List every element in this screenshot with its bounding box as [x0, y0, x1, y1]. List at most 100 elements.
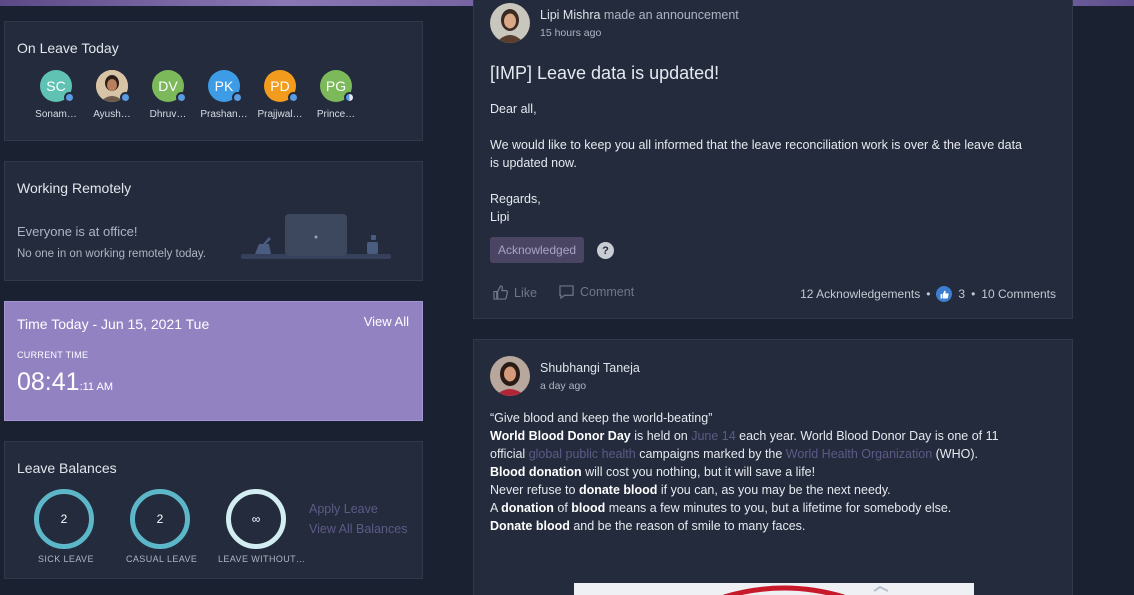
body-text: Never refuse to — [490, 483, 579, 497]
bold-text: Donate blood — [490, 519, 570, 533]
casual-leave-label: CASUAL LEAVE — [126, 554, 198, 564]
thumbs-up-icon — [493, 285, 508, 300]
bold-text: donation — [501, 501, 554, 515]
post-line-6: A donation of blood means a few minutes … — [490, 499, 1060, 517]
body-text: if you can, as you may be the next needy… — [657, 483, 891, 497]
acknowledgements-count[interactable]: 12 Acknowledgements — [800, 287, 920, 301]
apply-leave-link[interactable]: Apply Leave — [309, 502, 378, 516]
status-dot — [288, 92, 299, 103]
comment-label: Comment — [580, 285, 635, 299]
global-public-health-link[interactable]: global public health — [529, 447, 636, 461]
casual-leave-ring[interactable]: 2 — [130, 489, 190, 549]
post-regards: Regards, — [490, 192, 541, 206]
sick-leave-ring[interactable]: 2 — [34, 489, 94, 549]
post-author-line: Lipi Mishra made an announcement — [540, 8, 739, 22]
body-text: each year. World Blood Donor Day is one … — [735, 429, 999, 443]
avatar-name: Prince… — [316, 109, 356, 120]
leave-without-pay-label: LEAVE WITHOUT… — [218, 554, 306, 564]
working-remotely-status: Everyone is at office! — [17, 224, 138, 239]
working-remotely-card: Working Remotely Everyone is at office! … — [4, 161, 423, 281]
post-signoff: Lipi — [490, 210, 510, 224]
avatar[interactable]: SC — [40, 70, 75, 103]
body-text: is held on — [630, 429, 692, 443]
comment-button[interactable]: Comment — [559, 285, 634, 299]
announcement-title: [IMP] Leave data is updated! — [490, 63, 720, 83]
post-image[interactable] — [574, 583, 974, 595]
avatar[interactable]: DV — [152, 70, 187, 103]
status-dot — [120, 92, 131, 103]
body-text: campaigns marked by the — [635, 447, 786, 461]
working-remotely-title: Working Remotely — [17, 180, 132, 196]
social-post: Shubhangi Taneja a day ago “Give blood a… — [473, 339, 1073, 595]
current-time-seconds: :11 AM — [79, 381, 113, 393]
like-count-icon — [936, 286, 953, 302]
status-dot — [232, 92, 243, 103]
post-line-2: World Blood Donor Day is held on June 14… — [490, 427, 1060, 445]
post-line-1: “Give blood and keep the world-beating” — [490, 409, 1060, 427]
like-button[interactable]: Like — [493, 285, 537, 300]
on-leave-today-title: On Leave Today — [17, 40, 119, 56]
on-leave-person[interactable]: Ayush… — [84, 70, 140, 120]
avatar-initials: PD — [270, 78, 290, 94]
leave-balances-card: Leave Balances 2 SICK LEAVE 2 CASUAL LEA… — [4, 441, 423, 579]
on-leave-person[interactable]: PG Prince… — [308, 70, 364, 120]
separator-dot: • — [926, 287, 931, 301]
avatar-name: Prashan… — [200, 109, 248, 120]
time-view-all-link[interactable]: View All — [364, 314, 409, 329]
comment-icon — [559, 285, 574, 299]
bold-text: Blood donation — [490, 465, 582, 479]
avatar[interactable]: PK — [208, 70, 243, 103]
quote-text: “Give blood and keep the world-beating” — [490, 411, 713, 425]
post-greeting: Dear all, — [490, 102, 537, 116]
status-dot — [344, 92, 355, 103]
time-today-title: Time Today - Jun 15, 2021 Tue — [17, 316, 210, 332]
on-leave-person[interactable]: PD Prajjwal… — [252, 70, 308, 120]
post-author-name[interactable]: Shubhangi Taneja — [540, 361, 640, 375]
on-leave-person[interactable]: PK Prashan… — [196, 70, 252, 120]
help-icon[interactable]: ? — [597, 242, 614, 259]
avatar-initials: SC — [46, 78, 66, 94]
on-leave-today-card: On Leave Today SC Sonam… Ayush… DV Dhruv… PK P… — [4, 21, 423, 141]
body-text: will cost you nothing, but it will save … — [581, 465, 816, 479]
post-line-3: official global public health campaigns … — [490, 445, 1060, 463]
on-leave-person[interactable]: SC Sonam… — [28, 70, 84, 120]
current-time-main: 08:41 — [17, 368, 80, 396]
author-avatar[interactable] — [490, 3, 530, 43]
post-body-line-1: We would like to keep you all informed t… — [490, 138, 1023, 152]
author-avatar[interactable] — [490, 356, 530, 396]
avatar-name: Sonam… — [35, 109, 77, 120]
body-text: (WHO). — [932, 447, 978, 461]
post-timestamp: 15 hours ago — [540, 27, 602, 39]
avatar[interactable]: PG — [320, 70, 355, 103]
time-today-card: Time Today - Jun 15, 2021 Tue View All C… — [4, 301, 423, 421]
post-stats: 12 Acknowledgements • 3 • 10 Comments — [800, 286, 1056, 302]
likes-count[interactable]: 3 — [958, 287, 965, 301]
bold-text: blood — [571, 501, 606, 515]
leave-without-pay-ring[interactable]: ∞ — [226, 489, 286, 549]
avatar[interactable] — [96, 70, 131, 103]
on-leave-person[interactable]: DV Dhruv… — [140, 70, 196, 120]
avatar[interactable]: PD — [264, 70, 299, 103]
current-time-label: CURRENT TIME — [17, 350, 89, 360]
avatar-initials: DV — [158, 78, 178, 94]
avatar-name: Prajjwal… — [257, 109, 303, 120]
comments-count[interactable]: 10 Comments — [981, 287, 1056, 301]
who-link[interactable]: World Health Organization — [786, 447, 932, 461]
post-author-name[interactable]: Lipi Mishra — [540, 8, 600, 22]
separator-dot: • — [971, 287, 976, 301]
body-text: of — [553, 501, 572, 515]
acknowledged-button[interactable]: Acknowledged — [490, 237, 585, 263]
avatar-initials: PK — [214, 78, 234, 94]
post-line-7: Donate blood and be the reason of smile … — [490, 517, 1060, 535]
june-14-link[interactable]: June 14 — [691, 429, 735, 443]
leave-balances-title: Leave Balances — [17, 460, 117, 476]
post-line-4: Blood donation will cost you nothing, bu… — [490, 463, 1060, 481]
body-text: and be the reason of smile to many faces… — [569, 519, 806, 533]
working-remotely-subtitle: No one in on working remotely today. — [17, 248, 206, 260]
avatar-initials: PG — [325, 78, 347, 94]
status-dot — [176, 92, 187, 103]
view-all-balances-link[interactable]: View All Balances — [309, 522, 407, 536]
avatar-name: Ayush… — [93, 109, 131, 120]
like-label: Like — [514, 285, 537, 300]
post-body: “Give blood and keep the world-beating” … — [490, 409, 1060, 535]
